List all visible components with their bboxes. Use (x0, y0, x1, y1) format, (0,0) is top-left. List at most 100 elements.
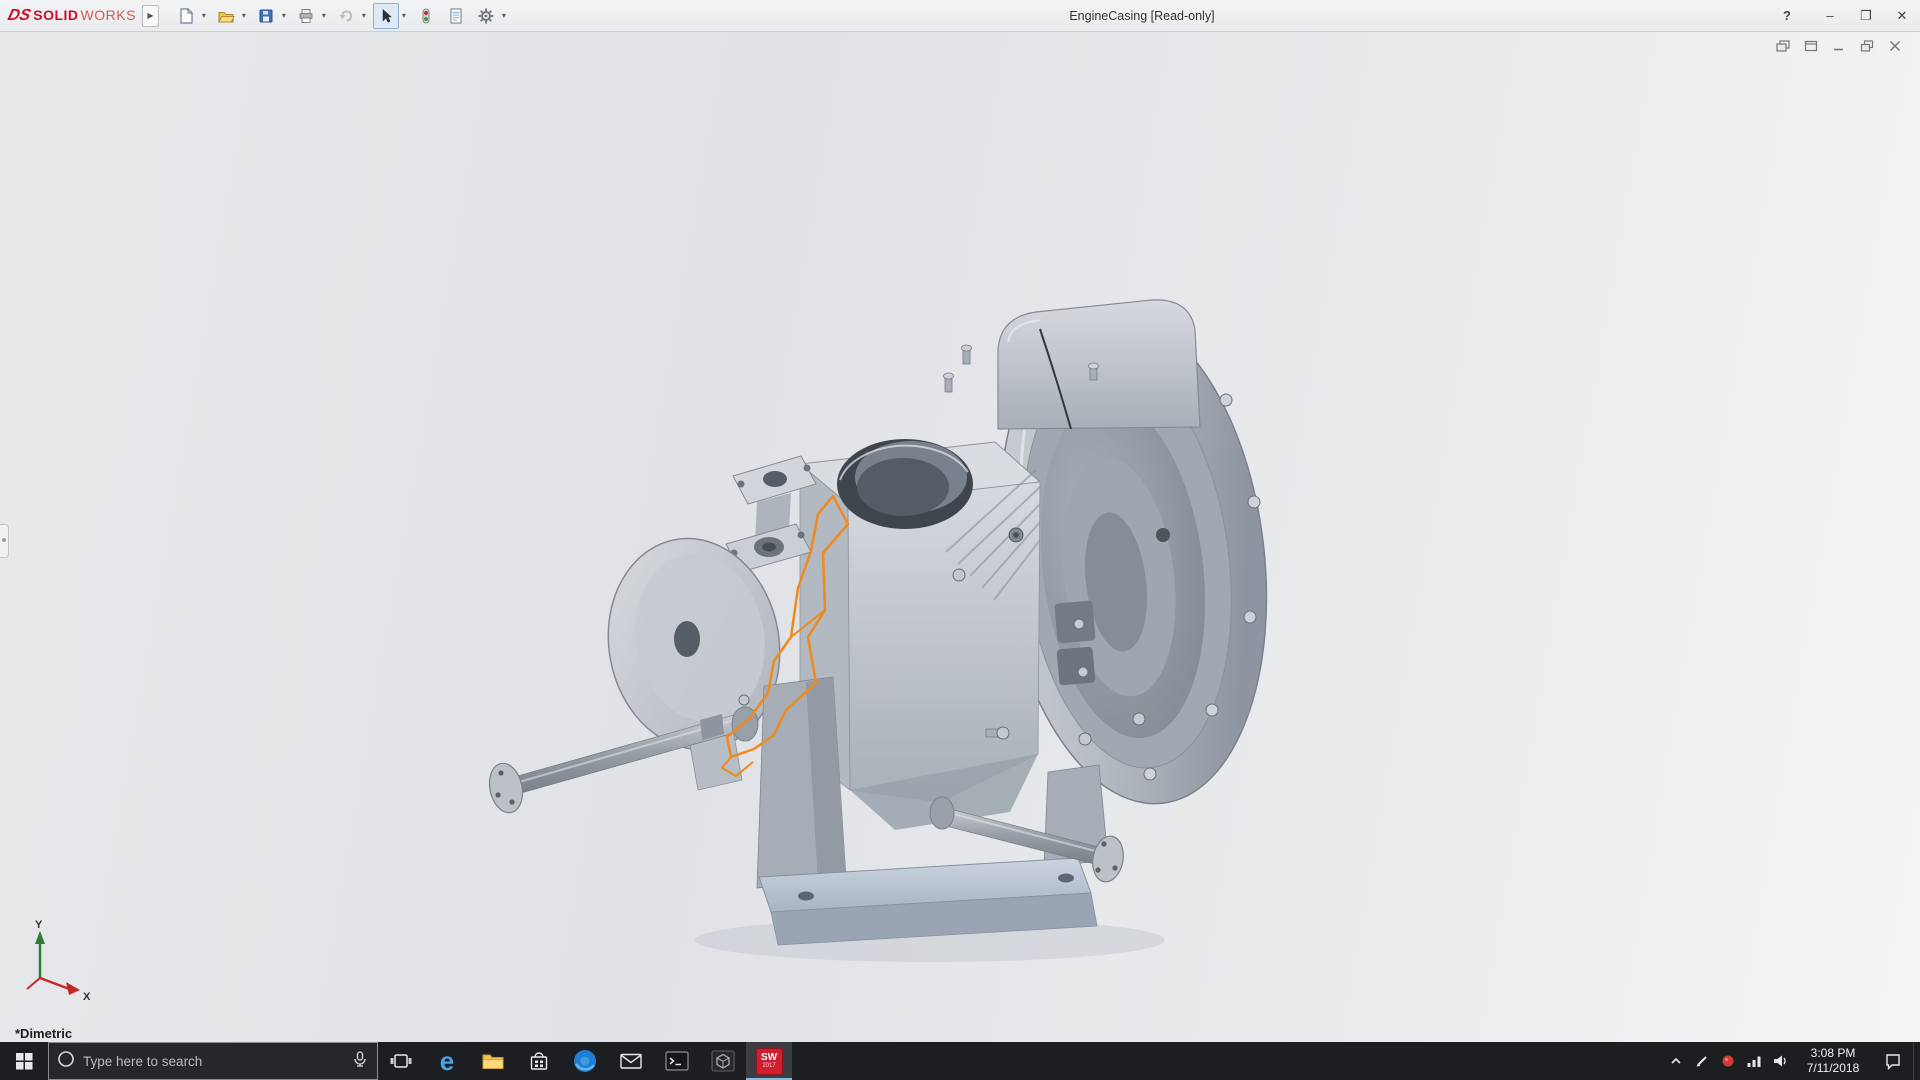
show-desktop-button[interactable] (1913, 1042, 1920, 1080)
doc-close-button[interactable] (1884, 37, 1906, 54)
close-button[interactable]: ✕ (1884, 0, 1920, 31)
taskbar-clock[interactable]: 3:08 PM 7/11/2018 (1793, 1042, 1873, 1080)
doc-window-button[interactable] (1800, 37, 1822, 54)
x-axis-arrow (66, 982, 80, 995)
search-input[interactable] (83, 1053, 343, 1069)
engine-casing-model[interactable] (0, 32, 1920, 1042)
minimize-button[interactable]: – (1812, 0, 1848, 31)
cad-app-icon (711, 1050, 735, 1072)
y-axis-arrow (35, 931, 45, 944)
file-explorer-button[interactable] (470, 1042, 516, 1080)
save-caret[interactable]: ▾ (279, 11, 289, 20)
tray-caret-icon (1671, 1057, 1681, 1064)
document-title: EngineCasing [Read-only] (1069, 8, 1215, 23)
open-caret[interactable]: ▾ (239, 11, 249, 20)
clock-time: 3:08 PM (1810, 1046, 1856, 1060)
save-icon (259, 9, 273, 22)
solidworks-app-button[interactable]: SW 2017 (746, 1042, 792, 1080)
save-button[interactable] (253, 3, 279, 29)
mail-button[interactable] (608, 1042, 654, 1080)
rebuild-button[interactable] (413, 3, 439, 29)
network-tray-button[interactable] (1741, 1042, 1767, 1080)
print-button[interactable] (293, 3, 319, 29)
sw-badge-label: SW (760, 1052, 778, 1063)
terminal-button[interactable] (654, 1042, 700, 1080)
cortana-circle-icon (57, 1050, 75, 1073)
task-view-button[interactable] (378, 1042, 424, 1080)
view-orientation-label: *Dimetric (15, 1026, 73, 1041)
edge-app-button[interactable]: e (424, 1042, 470, 1080)
start-button[interactable] (0, 1042, 48, 1080)
terminal-icon (665, 1051, 689, 1071)
open-button[interactable] (213, 3, 239, 29)
doc-cascade-icon (1776, 39, 1790, 52)
print-icon (299, 8, 313, 23)
store-icon (530, 1052, 548, 1070)
quick-access-toolbar: ▾ ▾ ▾ ▾ ▾ ▾ ▾ (173, 2, 512, 29)
undo-icon (339, 9, 352, 21)
volume-icon (1773, 1055, 1786, 1067)
options-caret[interactable]: ▾ (499, 11, 509, 20)
graphics-area[interactable]: Y X *Dimetric (0, 32, 1920, 1042)
new-document-button[interactable] (173, 3, 199, 29)
doc-restore-button[interactable] (1856, 37, 1878, 54)
new-document-icon (180, 7, 194, 24)
red-status-tray-button[interactable] (1715, 1042, 1741, 1080)
doc-close-icon (1889, 40, 1901, 51)
action-center-icon (1886, 1054, 1900, 1070)
titlebar: DS SOLID WORKS ▶ ▾ ▾ ▾ ▾ ▾ ▾ ▾ EngineCas… (0, 0, 1920, 32)
task-view-icon (390, 1054, 412, 1068)
top-cover (997, 299, 1201, 430)
ds-logo-mark: DS (6, 6, 33, 24)
select-caret[interactable]: ▾ (399, 11, 409, 20)
print-caret[interactable]: ▾ (319, 11, 329, 20)
mail-icon (620, 1053, 642, 1069)
clock-date: 7/11/2018 (1806, 1061, 1860, 1075)
undo-button[interactable] (333, 3, 359, 29)
select-button[interactable] (372, 2, 399, 29)
round-blue-app-button[interactable] (562, 1042, 608, 1080)
file-explorer-icon (482, 1054, 504, 1069)
pen-icon (1696, 1056, 1707, 1067)
help-button[interactable]: ? (1772, 0, 1802, 31)
brand-works: WORKS (80, 6, 136, 23)
open-icon (218, 11, 235, 23)
microphone-icon[interactable] (351, 1050, 369, 1073)
window-controls: ? – ❐ ✕ (1772, 0, 1920, 31)
toolbar-flyout-button[interactable]: ▶ (141, 4, 159, 27)
solidworks-app-icon: SW 2017 (755, 1047, 783, 1075)
taskbar-search[interactable] (48, 1042, 378, 1080)
maximize-button[interactable]: ❐ (1848, 0, 1884, 31)
doc-cascade-button[interactable] (1772, 37, 1794, 54)
doc-restore-icon (1860, 39, 1874, 52)
volume-tray-button[interactable] (1767, 1042, 1793, 1080)
round-blue-app-icon (574, 1050, 596, 1072)
file-properties-button[interactable] (443, 3, 469, 29)
select-cursor-icon (382, 8, 392, 23)
collapsed-panel-tab[interactable] (0, 524, 9, 558)
new-document-caret[interactable]: ▾ (199, 11, 209, 20)
pen-tray-button[interactable] (1689, 1042, 1715, 1080)
doc-window-icon (1804, 40, 1818, 51)
y-axis-label: Y (35, 919, 43, 931)
solidworks-logo: DS SOLID WORKS (6, 6, 136, 25)
doc-minimize-button[interactable] (1828, 37, 1850, 54)
store-button[interactable] (516, 1042, 562, 1080)
cad-app-button[interactable] (700, 1042, 746, 1080)
hidden-icons-button[interactable] (1663, 1042, 1689, 1080)
document-window-controls (1772, 37, 1906, 54)
brand-solid: SOLID (33, 6, 79, 23)
system-tray: 3:08 PM 7/11/2018 (1663, 1042, 1920, 1080)
action-center-button[interactable] (1873, 1042, 1913, 1080)
red-status-icon (1722, 1055, 1734, 1067)
start-icon (15, 1052, 32, 1069)
options-button[interactable] (473, 3, 499, 29)
sw-badge-year: 2017 (762, 1063, 776, 1069)
rebuild-icon (422, 8, 430, 23)
taskbar: e SW 2017 (0, 1042, 1920, 1080)
file-properties-icon (450, 7, 462, 24)
z-axis-stub (26, 977, 41, 990)
undo-caret[interactable]: ▾ (359, 11, 369, 20)
network-icon (1747, 1056, 1761, 1067)
options-gear-icon (478, 8, 494, 23)
